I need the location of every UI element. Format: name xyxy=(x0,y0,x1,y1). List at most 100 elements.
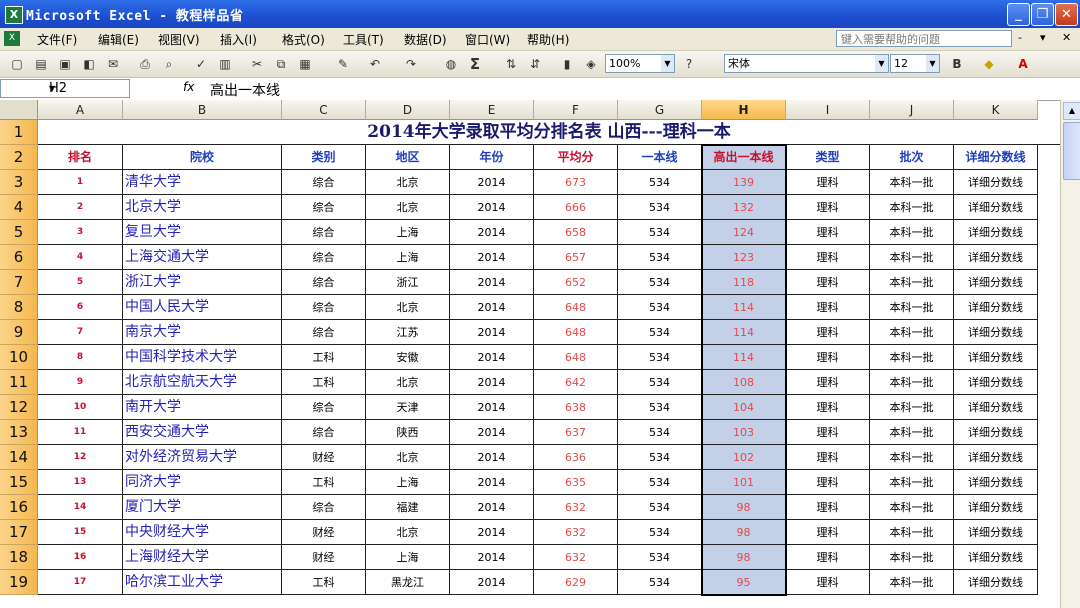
sort-descending-icon[interactable]: ⇵ xyxy=(526,55,544,73)
table-cell[interactable]: 理科 xyxy=(786,320,870,345)
school-link-cell[interactable]: 对外经济贸易大学 xyxy=(123,445,282,470)
table-cell[interactable]: 理科 xyxy=(786,295,870,320)
sheet-title[interactable]: 2014年大学录取平均分排名表 山西---理科一本 xyxy=(38,120,1060,145)
table-cell[interactable]: 理科 xyxy=(786,345,870,370)
table-cell[interactable]: 666 xyxy=(534,195,618,220)
school-link-cell[interactable]: 上海财经大学 xyxy=(123,545,282,570)
header-cell[interactable]: 平均分 xyxy=(534,145,618,170)
print-icon[interactable]: ⎙ xyxy=(136,55,154,73)
table-cell[interactable]: 详细分数线 xyxy=(954,470,1038,495)
formula-input[interactable]: 高出一本线 xyxy=(210,80,280,100)
school-link-cell[interactable]: 南开大学 xyxy=(123,395,282,420)
bold-button[interactable]: B xyxy=(948,55,966,73)
table-cell[interactable]: 2014 xyxy=(450,345,534,370)
table-cell[interactable]: 632 xyxy=(534,520,618,545)
table-cell[interactable]: 综合 xyxy=(282,270,366,295)
table-cell[interactable]: 2014 xyxy=(450,445,534,470)
table-cell[interactable]: 2014 xyxy=(450,520,534,545)
row-header-8[interactable]: 8 xyxy=(0,295,38,320)
menu-view[interactable]: 视图(V) xyxy=(158,31,200,48)
table-cell[interactable]: 本科一批 xyxy=(870,195,954,220)
table-cell[interactable]: 636 xyxy=(534,445,618,470)
table-cell[interactable]: 本科一批 xyxy=(870,545,954,570)
column-header-b[interactable]: B xyxy=(123,100,282,120)
print-preview-icon[interactable]: ⌕ xyxy=(160,55,178,73)
row-header-5[interactable]: 5 xyxy=(0,220,38,245)
table-cell[interactable]: 534 xyxy=(618,445,702,470)
table-cell[interactable]: 2 xyxy=(38,195,123,220)
table-cell[interactable]: 综合 xyxy=(282,320,366,345)
table-cell[interactable]: 3 xyxy=(38,220,123,245)
school-link-cell[interactable]: 北京航空航天大学 xyxy=(123,370,282,395)
help-search-input[interactable]: 键入需要帮助的问题 xyxy=(836,30,1012,47)
table-cell[interactable]: 本科一批 xyxy=(870,445,954,470)
table-cell[interactable]: 5 xyxy=(38,270,123,295)
scroll-up-icon[interactable]: ▲ xyxy=(1063,102,1080,120)
table-cell[interactable]: 2014 xyxy=(450,195,534,220)
table-cell[interactable]: 理科 xyxy=(786,195,870,220)
table-cell[interactable]: 534 xyxy=(618,370,702,395)
table-cell[interactable]: 详细分数线 xyxy=(954,520,1038,545)
table-cell[interactable]: 理科 xyxy=(786,545,870,570)
undo-icon[interactable]: ↶ xyxy=(366,55,384,73)
menu-file[interactable]: 文件(F) xyxy=(37,31,77,48)
header-cell[interactable]: 类型 xyxy=(786,145,870,170)
header-cell[interactable]: 一本线 xyxy=(618,145,702,170)
header-cell[interactable]: 年份 xyxy=(450,145,534,170)
column-header-e[interactable]: E xyxy=(450,100,534,120)
table-cell[interactable]: 534 xyxy=(618,320,702,345)
research-icon[interactable]: ▥ xyxy=(216,55,234,73)
table-cell[interactable]: 534 xyxy=(618,520,702,545)
table-cell[interactable]: 详细分数线 xyxy=(954,320,1038,345)
table-cell[interactable]: 工科 xyxy=(282,570,366,595)
table-cell[interactable]: 安徽 xyxy=(366,345,450,370)
table-cell[interactable]: 本科一批 xyxy=(870,520,954,545)
table-cell[interactable]: 534 xyxy=(618,220,702,245)
email-icon[interactable]: ✉ xyxy=(104,55,122,73)
chevron-down-icon[interactable]: ▼ xyxy=(875,55,888,72)
table-cell[interactable]: 2014 xyxy=(450,220,534,245)
table-cell[interactable]: 642 xyxy=(534,370,618,395)
table-cell[interactable]: 详细分数线 xyxy=(954,245,1038,270)
table-cell[interactable]: 本科一批 xyxy=(870,320,954,345)
table-cell[interactable]: 综合 xyxy=(282,245,366,270)
table-cell[interactable]: 本科一批 xyxy=(870,370,954,395)
column-header-k[interactable]: K xyxy=(954,100,1038,120)
table-cell[interactable]: 534 xyxy=(618,195,702,220)
permission-icon[interactable]: ◧ xyxy=(80,55,98,73)
table-cell[interactable]: 16 xyxy=(38,545,123,570)
table-cell[interactable]: 658 xyxy=(534,220,618,245)
row-header-12[interactable]: 12 xyxy=(0,395,38,420)
table-cell[interactable]: 理科 xyxy=(786,570,870,595)
table-cell[interactable]: 632 xyxy=(534,545,618,570)
table-cell[interactable]: 理科 xyxy=(786,245,870,270)
row-header-19[interactable]: 19 xyxy=(0,570,38,595)
fill-color-icon[interactable]: ◆ xyxy=(980,55,998,73)
table-cell[interactable]: 本科一批 xyxy=(870,295,954,320)
table-cell[interactable]: 534 xyxy=(618,570,702,595)
menu-format[interactable]: 格式(O) xyxy=(282,31,325,48)
row-header-15[interactable]: 15 xyxy=(0,470,38,495)
paste-icon[interactable]: ▦ xyxy=(296,55,314,73)
table-cell[interactable]: 534 xyxy=(618,270,702,295)
school-link-cell[interactable]: 浙江大学 xyxy=(123,270,282,295)
table-cell[interactable]: 2014 xyxy=(450,295,534,320)
table-cell[interactable]: 648 xyxy=(534,345,618,370)
redo-icon[interactable]: ↷ xyxy=(402,55,420,73)
table-cell[interactable]: 理科 xyxy=(786,445,870,470)
school-link-cell[interactable]: 北京大学 xyxy=(123,195,282,220)
table-cell[interactable]: 北京 xyxy=(366,445,450,470)
table-cell[interactable]: 本科一批 xyxy=(870,570,954,595)
menu-help[interactable]: 帮助(H) xyxy=(527,31,569,48)
table-cell[interactable]: 本科一批 xyxy=(870,270,954,295)
table-cell[interactable]: 2014 xyxy=(450,545,534,570)
table-cell[interactable]: 2014 xyxy=(450,170,534,195)
header-cell[interactable]: 批次 xyxy=(870,145,954,170)
table-cell[interactable]: 534 xyxy=(618,295,702,320)
row-header-7[interactable]: 7 xyxy=(0,270,38,295)
menu-edit[interactable]: 编辑(E) xyxy=(98,31,139,48)
table-cell[interactable]: 2014 xyxy=(450,370,534,395)
row-header-3[interactable]: 3 xyxy=(0,170,38,195)
school-link-cell[interactable]: 中国科学技术大学 xyxy=(123,345,282,370)
table-cell[interactable]: 详细分数线 xyxy=(954,270,1038,295)
